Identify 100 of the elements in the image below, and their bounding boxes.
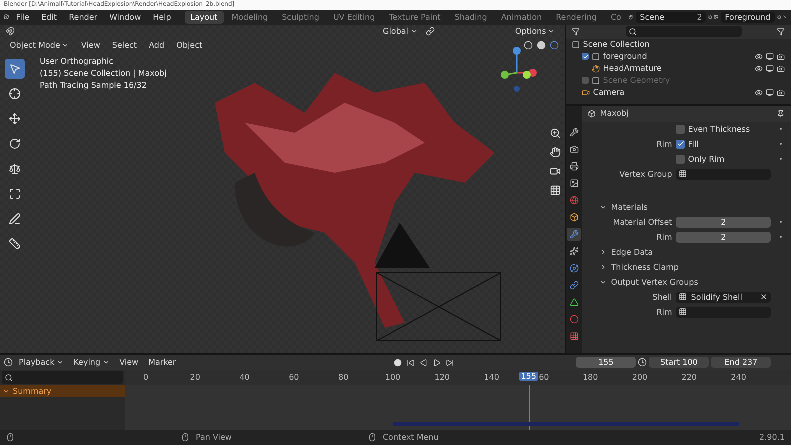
checkbox[interactable] [676,154,686,164]
panel-header[interactable]: Edge Data [582,244,791,260]
workspace-tab[interactable]: Layout [184,10,224,24]
menu-item[interactable]: Object [172,41,207,50]
menu-item[interactable]: Marker [144,358,180,368]
search-field[interactable] [626,26,742,38]
menu-item[interactable]: View [77,41,104,50]
object-name: Maxobj [600,109,629,118]
viewport-info-text: User Orthographic [40,56,115,66]
menu-item[interactable]: File [11,12,35,22]
menu-item[interactable]: Render [64,12,103,22]
workspace-tab[interactable]: Sculpting [276,10,326,24]
checkbox[interactable] [582,53,590,60]
tree-item[interactable]: HeadArmature [603,64,662,74]
menu-item[interactable]: Select [108,41,142,50]
caret-icon [410,28,418,36]
tree-item[interactable]: Scene Collection [583,40,650,50]
workspace-tab[interactable]: UV Editing [327,10,382,24]
copy-icon[interactable] [776,13,781,22]
playhead-frame: 155 [519,372,538,382]
panel-header[interactable]: Materials [582,200,791,215]
camera-icon[interactable] [777,88,785,97]
version-text: 2.90.1 [760,433,785,442]
frame-field[interactable]: 155 [576,357,636,368]
panel-header[interactable]: Output Vertex Groups [582,274,791,290]
select-tool-icon[interactable] [5,58,25,79]
frame-number: 140 [484,373,500,382]
view-layer-field[interactable]: Foreground [721,12,775,23]
play-reverse-icon[interactable] [420,358,428,367]
status-hint: Pan View [196,433,232,442]
copy-icon[interactable] [708,13,712,22]
panel-header[interactable]: Thickness Clamp [582,260,791,275]
workspace-tab[interactable]: Co [604,10,628,24]
end-field[interactable]: End 237 [711,357,772,368]
tree-item[interactable]: Camera [593,88,625,98]
mode-dropdown[interactable]: Object Mode [6,41,74,50]
caret-icon [548,28,556,36]
menu-item[interactable]: Playback [15,358,68,368]
monitor-icon[interactable] [766,64,774,73]
eye-icon[interactable] [755,88,763,97]
frame-number: 20 [190,373,200,382]
viewport-info-text: (155) Scene Collection | Maxobj [40,68,167,78]
camera-icon[interactable] [777,64,785,73]
record-icon[interactable] [394,358,402,367]
camera-icon[interactable] [777,52,785,61]
frame-number: 60 [289,373,300,382]
input-field[interactable] [676,306,771,318]
workspace-tab[interactable]: Animation [495,10,548,24]
workspace-tab[interactable]: Rendering [550,10,603,24]
workspace-tab[interactable]: Modeling [226,10,274,24]
menu-item[interactable]: Keying [70,358,114,368]
mouse-icon [181,433,190,442]
hand-icon[interactable] [550,146,561,158]
checkbox[interactable] [676,140,686,149]
frame-number: 0 [143,373,149,382]
menu-item[interactable]: Add [145,41,169,50]
menu-item[interactable]: Help [148,12,176,22]
options-button[interactable]: Options [511,27,560,36]
workspace-tab[interactable]: Texture Paint [383,10,447,24]
transform-dropdown[interactable]: Global [379,27,422,36]
channel-row[interactable]: Summary [0,385,125,398]
group-icon [679,170,688,178]
caret-icon [62,42,70,50]
checkbox[interactable] [676,124,686,134]
search-field[interactable] [2,371,123,384]
filter-icon[interactable] [777,28,785,36]
workspace-tab[interactable]: Shading [448,10,494,24]
input-field[interactable] [676,168,771,180]
checkbox[interactable] [582,77,590,84]
input-field[interactable]: Solidify Shell [676,292,771,303]
tree-item[interactable]: foreground [603,52,648,62]
pin-icon[interactable] [777,110,785,118]
number-field[interactable]: 2 [676,232,771,243]
monitor-icon[interactable] [766,52,774,61]
stopwatch-icon[interactable] [638,358,648,368]
eye-icon[interactable] [755,52,763,61]
jump-end-icon[interactable] [446,358,454,367]
field-label: Rim [656,308,672,317]
frame-number: 220 [682,373,698,382]
mouse-icon [6,433,15,442]
zoom-icon[interactable] [550,128,561,139]
start-field[interactable]: Start 100 [649,357,710,368]
checkbox-label: Fill [688,140,699,149]
play-icon[interactable] [433,358,442,367]
jump-start-icon[interactable] [407,358,416,367]
field-label: Rim [656,232,672,242]
grid-icon[interactable] [550,184,561,196]
menu-item[interactable]: View [116,358,143,368]
menu-item[interactable]: Edit [36,12,62,22]
number-field[interactable]: 2 [676,216,771,228]
monitor-icon[interactable] [766,88,774,97]
wrench-icon[interactable] [567,228,582,241]
camera-icon[interactable] [550,166,561,177]
snap-icon[interactable] [6,27,15,36]
checkbox-label: Even Thickness [688,124,750,134]
menu-item[interactable]: Window [104,12,146,22]
scene-field[interactable]: Scene 2 [636,12,706,23]
close-icon[interactable] [782,13,787,22]
clear-icon[interactable] [760,293,768,302]
eye-icon[interactable] [755,64,763,73]
